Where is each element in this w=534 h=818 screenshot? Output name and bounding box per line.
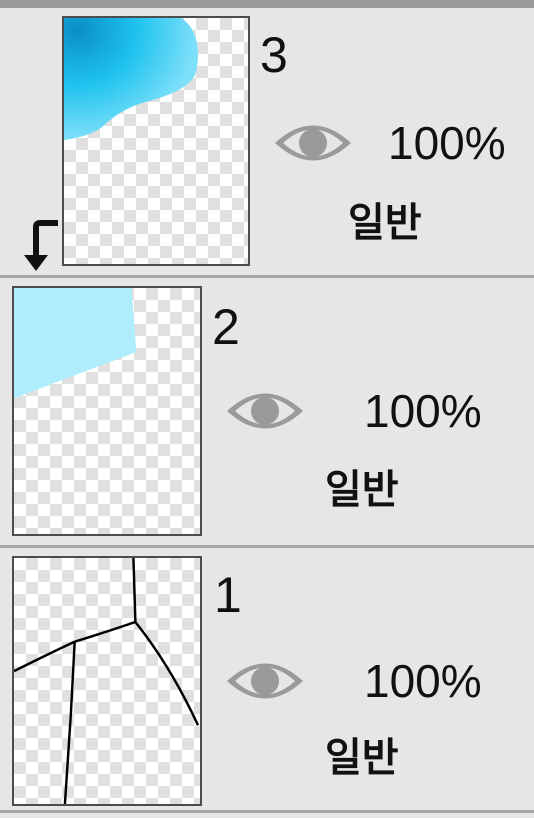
opacity-value[interactable]: 100% <box>388 120 506 166</box>
eye-icon[interactable] <box>273 118 353 168</box>
opacity-value[interactable]: 100% <box>364 658 482 704</box>
blend-mode[interactable]: 일반 <box>348 203 422 243</box>
layer-number: 3 <box>260 27 288 83</box>
eye-icon[interactable] <box>225 386 305 436</box>
layer-number: 2 <box>212 299 240 355</box>
layer-2-content <box>14 288 137 399</box>
layer-3-content <box>64 18 198 141</box>
blend-mode[interactable]: 일반 <box>325 470 399 510</box>
blend-mode[interactable]: 일반 <box>325 738 399 778</box>
eye-icon[interactable] <box>225 656 305 706</box>
layer-row-2[interactable]: 2 100% 일반 <box>0 278 534 545</box>
opacity-value[interactable]: 100% <box>364 388 482 434</box>
layer-thumbnail[interactable] <box>62 16 250 266</box>
layer-row-3[interactable]: 3 100% 일반 <box>0 8 534 275</box>
layer-thumbnail[interactable] <box>12 286 202 536</box>
layer-number: 1 <box>214 567 242 623</box>
layer-divider <box>0 810 534 813</box>
panel-top-bar <box>0 0 534 8</box>
layer-thumbnail[interactable] <box>12 556 202 806</box>
layer-row-1[interactable]: 1 100% 일반 <box>0 548 534 810</box>
layer-1-content <box>14 558 200 804</box>
clipping-arrow-icon <box>24 220 58 271</box>
